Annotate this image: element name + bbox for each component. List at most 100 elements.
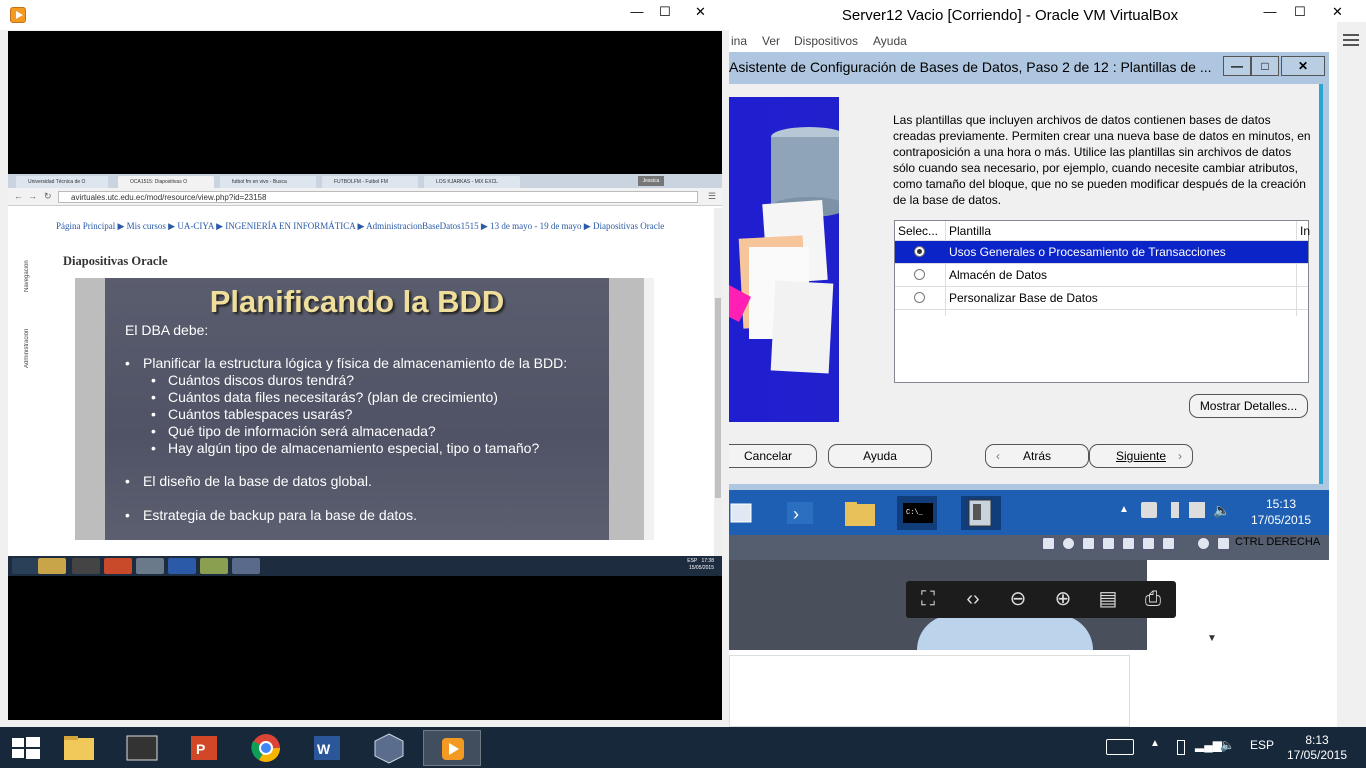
browser-scroll-thumb[interactable] (715, 298, 721, 498)
vbox-titlebar[interactable]: Server12 Vacio [Corriendo] - Oracle VM V… (729, 0, 1366, 30)
sidebar-tab-navegacion[interactable]: Navegación (24, 248, 36, 292)
player-titlebar[interactable]: — ☐ ✕ (0, 0, 729, 30)
file-explorer-icon[interactable] (839, 496, 879, 530)
language-indicator[interactable]: ESP (1250, 738, 1274, 752)
mouse-icon[interactable] (1217, 537, 1230, 550)
dbca-taskbar-icon[interactable] (961, 496, 1001, 530)
template-radio[interactable] (914, 292, 925, 303)
host-clock[interactable]: 8:13 17/05/2015 (1282, 733, 1352, 763)
tray-expand-icon[interactable]: ▲ (1119, 504, 1129, 515)
column-header-template[interactable]: Plantilla (949, 224, 991, 238)
menu-ayuda[interactable]: Ayuda (873, 34, 907, 48)
network-icon[interactable] (1189, 502, 1205, 518)
speaker-icon[interactable]: 🔈 (1220, 738, 1235, 752)
column-header-select[interactable]: Selec... (898, 224, 938, 238)
menu-ver[interactable]: Ver (762, 34, 780, 48)
hdd-icon[interactable] (1042, 537, 1055, 550)
help-button[interactable]: Ayuda (828, 444, 932, 468)
template-radio[interactable] (914, 269, 925, 280)
menu-maquina[interactable]: ina (731, 34, 747, 48)
template-row[interactable]: Personalizar Base de Datos (895, 287, 1308, 310)
chrome-taskbar-icon[interactable] (237, 730, 295, 766)
fit-icon[interactable]: ⛶ (908, 585, 948, 615)
slide-viewer[interactable]: Planificando la BDD El DBA debe: • Plani… (75, 278, 648, 540)
dropdown-arrow-icon[interactable]: ▼ (1207, 633, 1217, 644)
battery-icon[interactable] (1171, 502, 1179, 518)
powershell-icon[interactable]: › (779, 496, 819, 530)
template-row[interactable]: Almacén de Datos (895, 264, 1308, 287)
vbox-maximize-button[interactable]: ☐ (1283, 0, 1317, 24)
template-row[interactable]: Usos Generales o Procesamiento de Transa… (895, 241, 1308, 264)
shared-folder-icon[interactable] (1122, 537, 1135, 550)
movie-maker-taskbar-icon[interactable] (113, 730, 171, 766)
print-icon[interactable]: ⎙ (1133, 585, 1173, 615)
server-manager-icon[interactable] (729, 496, 769, 530)
url-field[interactable]: avirtuales.utc.edu.ec/mod/resource/view.… (58, 191, 698, 203)
column-header-info[interactable]: In (1300, 224, 1310, 238)
host-date: 17/05/2015 (1286, 748, 1348, 762)
save-icon[interactable]: ▤ (1088, 585, 1128, 615)
word-taskbar-icon[interactable]: W (298, 730, 356, 766)
template-radio[interactable] (914, 246, 925, 257)
slide-sub-mark: • (151, 406, 156, 422)
signal-icon[interactable]: ▂▄▆ (1195, 738, 1222, 752)
slide-subbullet: Qué tipo de información será almacenada? (168, 423, 436, 439)
recorded-date: 15/05/2015 (688, 565, 714, 571)
browser-scrollbar[interactable] (714, 208, 722, 556)
optical-icon[interactable] (1062, 537, 1075, 550)
vbox-minimize-button[interactable]: — (1253, 0, 1287, 24)
tray-chevron-icon[interactable]: ▲ (1150, 738, 1160, 749)
file-explorer-taskbar-icon[interactable] (50, 730, 108, 766)
cpu-icon[interactable] (1197, 537, 1210, 550)
reload-icon[interactable]: ↻ (44, 191, 52, 202)
back-button[interactable]: ‹ Atrás (985, 444, 1089, 468)
volume-icon[interactable]: 🔈 (1213, 502, 1230, 518)
zoom-out-icon[interactable]: ⊖ (998, 585, 1038, 615)
chevron-left-icon: ‹ (996, 449, 1000, 463)
back-label: Atrás (1022, 449, 1051, 463)
player-maximize-button[interactable]: ☐ (648, 0, 682, 24)
back-icon[interactable]: ← (14, 191, 23, 201)
vbox-close-button[interactable]: ✕ (1315, 0, 1360, 24)
forward-icon[interactable]: → (28, 191, 37, 201)
guest-clock[interactable]: 15:13 17/05/2015 (1241, 496, 1321, 528)
powerpoint-taskbar-icon[interactable]: P (175, 730, 233, 766)
network-adapter-icon[interactable] (1102, 537, 1115, 550)
browser-tab[interactable]: futbol fm en vivo - Busca (220, 176, 316, 188)
folder-icon (200, 558, 228, 574)
cancel-button[interactable]: Cancelar (729, 444, 817, 468)
expand-icon[interactable]: ‹› (953, 585, 993, 615)
virtualbox-taskbar-icon[interactable] (360, 730, 418, 766)
slide-bullet: Planificar la estructura lógica y física… (143, 355, 568, 371)
browser-tab[interactable]: Universidad Técnica de O (16, 176, 108, 188)
guest-screen[interactable]: Asistente de Configuración de Bases de D… (729, 52, 1329, 560)
next-button[interactable]: Siguiente › (1089, 444, 1193, 468)
sidebar-tab-administracion[interactable]: Administración (24, 308, 36, 368)
menu-dispositivos[interactable]: Dispositivos (794, 34, 858, 48)
dbca-maximize-button[interactable]: □ (1251, 56, 1279, 76)
show-details-button[interactable]: Mostrar Detalles... (1189, 394, 1308, 418)
menu-icon[interactable]: ☰ (708, 191, 716, 202)
player-close-button[interactable]: ✕ (678, 0, 723, 24)
keyboard-icon[interactable] (1106, 739, 1134, 755)
dbca-minimize-button[interactable]: — (1223, 56, 1251, 76)
zoom-in-icon[interactable]: ⊕ (1043, 585, 1083, 615)
display-icon[interactable] (1142, 537, 1155, 550)
cmd-icon[interactable]: C:\_ (897, 496, 937, 530)
table-header: Selec... Plantilla In (895, 221, 1310, 241)
slide-scrollbar[interactable] (644, 278, 654, 540)
usb-icon[interactable] (1082, 537, 1095, 550)
flag-icon[interactable] (1141, 502, 1157, 518)
battery-tray-icon[interactable] (1177, 740, 1185, 755)
svg-text:W: W (317, 741, 331, 757)
browser-tab-active[interactable]: OCA1515: Diapositivas O (118, 176, 214, 188)
media-player-taskbar-icon[interactable] (423, 730, 481, 766)
browser-tab[interactable]: LOS KJARKAS - MIX EXCL (424, 176, 520, 188)
capture-icon[interactable] (1162, 537, 1175, 550)
browser-tab[interactable]: FUTBOLFM - Futbol FM (322, 176, 418, 188)
breadcrumb[interactable]: Página Principal ▶ Mis cursos ▶ UA-CIYA … (56, 220, 666, 233)
virtualbox-icon (232, 558, 260, 574)
hamburger-icon[interactable] (1343, 34, 1359, 36)
dbca-close-button[interactable]: ✕ (1281, 56, 1325, 76)
vbox-menubar: ina Ver Dispositivos Ayuda (729, 30, 1339, 52)
